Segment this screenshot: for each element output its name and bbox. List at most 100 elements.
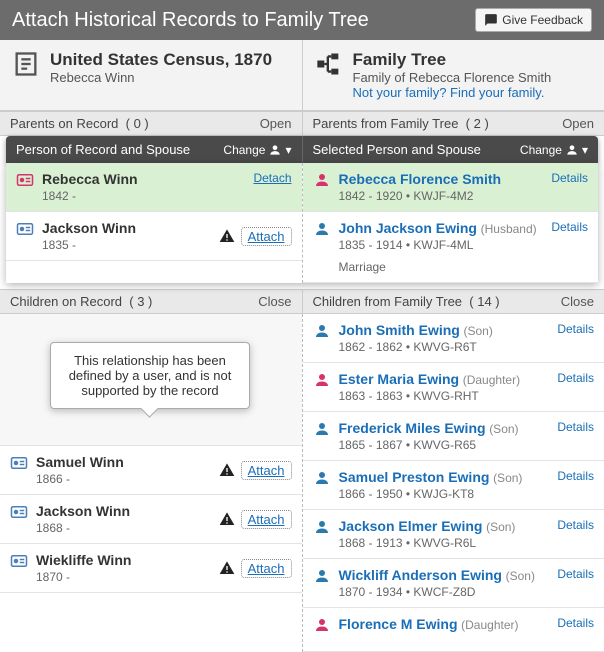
tree-child-meta: 1862 - 1862 • KWVG-R6T bbox=[339, 340, 550, 354]
details-link[interactable]: Details bbox=[551, 220, 588, 274]
tree-child-rel: (Daughter) bbox=[463, 373, 520, 387]
details-link[interactable]: Details bbox=[557, 518, 594, 550]
tree-child-name[interactable]: John Smith Ewing bbox=[339, 322, 460, 338]
parents-record-count: ( 0 ) bbox=[126, 116, 149, 131]
tree-child-row: Frederick Miles Ewing (Son) 1865 - 1867 … bbox=[303, 412, 604, 461]
details-link[interactable]: Details bbox=[557, 616, 594, 643]
top-bar: Attach Historical Records to Family Tree… bbox=[0, 0, 604, 40]
chevron-down-icon: ▾ bbox=[285, 143, 291, 157]
children-tree-toggle[interactable]: Close bbox=[561, 294, 594, 309]
not-your-family-link[interactable]: Not your family? Find your family. bbox=[353, 85, 552, 100]
change-label: Change bbox=[520, 143, 562, 157]
person-male-icon bbox=[313, 567, 331, 585]
children-tree-label: Children from Family Tree bbox=[313, 294, 463, 309]
tree-person-row: Rebecca Florence Smith 1842 - 1920 • KWJ… bbox=[303, 163, 599, 212]
document-icon bbox=[12, 50, 40, 78]
record-spouse-name: Jackson Winn bbox=[42, 220, 211, 236]
change-record-person-button[interactable]: Change ▾ bbox=[223, 143, 291, 157]
tree-spouse-meta: 1835 - 1914 • KWJF-4ML bbox=[339, 238, 544, 252]
tree-child-name[interactable]: Frederick Miles Ewing bbox=[339, 420, 486, 436]
parents-section-header: Parents on Record ( 0 ) Open Parents fro… bbox=[0, 111, 604, 136]
attach-child-link[interactable]: Attach bbox=[241, 559, 292, 578]
tree-icon bbox=[315, 50, 343, 78]
record-card-icon bbox=[10, 503, 28, 521]
tree-person-meta: 1842 - 1920 • KWJF-4M2 bbox=[339, 189, 544, 203]
record-child-row: Jackson Winn 1868 - Attach bbox=[0, 495, 302, 544]
tree-child-rel: (Daughter) bbox=[461, 618, 518, 632]
record-child-meta: 1868 - bbox=[36, 521, 211, 535]
tree-child-name[interactable]: Jackson Elmer Ewing bbox=[339, 518, 483, 534]
record-person-name: Rebecca Winn bbox=[42, 171, 245, 187]
header-row: United States Census, 1870 Rebecca Winn … bbox=[0, 40, 604, 111]
tree-child-rel: (Son) bbox=[493, 471, 522, 485]
change-label: Change bbox=[223, 143, 265, 157]
tree-title: Family Tree bbox=[353, 50, 552, 70]
person-male-icon bbox=[313, 420, 331, 438]
person-icon bbox=[268, 143, 282, 157]
person-spouse-block: Rebecca Winn 1842 - Detach Jackson Winn … bbox=[6, 163, 598, 283]
record-child-name: Wiekliffe Winn bbox=[36, 552, 211, 568]
selected-person-label: Selected Person and Spouse bbox=[313, 142, 481, 157]
attach-child-link[interactable]: Attach bbox=[241, 461, 292, 480]
children-tree-count: ( 14 ) bbox=[469, 294, 499, 309]
parents-tree-label: Parents from Family Tree bbox=[313, 116, 459, 131]
attach-spouse-link[interactable]: Attach bbox=[241, 227, 292, 246]
chevron-down-icon: ▾ bbox=[582, 143, 588, 157]
person-male-icon bbox=[313, 220, 331, 238]
details-link[interactable]: Details bbox=[557, 469, 594, 501]
tree-spouse-name[interactable]: John Jackson Ewing bbox=[339, 220, 477, 236]
attach-child-link[interactable]: Attach bbox=[241, 510, 292, 529]
change-tree-person-button[interactable]: Change ▾ bbox=[520, 143, 588, 157]
tree-child-meta: 1870 - 1934 • KWCF-Z8D bbox=[339, 585, 550, 599]
warning-icon bbox=[219, 511, 235, 527]
tree-spouse-rel: (Husband) bbox=[481, 222, 537, 236]
person-spouse-header: Person of Record and Spouse Change ▾ Sel… bbox=[6, 136, 598, 163]
parents-tree-toggle[interactable]: Open bbox=[562, 116, 594, 131]
record-child-name: Samuel Winn bbox=[36, 454, 211, 470]
tree-child-name[interactable]: Samuel Preston Ewing bbox=[339, 469, 490, 485]
tree-child-meta: 1868 - 1913 • KWVG-R6L bbox=[339, 536, 550, 550]
page-title: Attach Historical Records to Family Tree bbox=[12, 9, 369, 32]
record-card-icon bbox=[16, 220, 34, 238]
tree-spouse-row: John Jackson Ewing (Husband) 1835 - 1914… bbox=[303, 212, 599, 283]
tree-child-row: Ester Maria Ewing (Daughter) 1863 - 1863… bbox=[303, 363, 604, 412]
tree-child-name[interactable]: Ester Maria Ewing bbox=[339, 371, 460, 387]
details-link[interactable]: Details bbox=[557, 567, 594, 599]
feedback-label: Give Feedback bbox=[502, 13, 583, 27]
record-child-meta: 1870 - bbox=[36, 570, 211, 584]
parents-record-toggle[interactable]: Open bbox=[260, 116, 292, 131]
details-link[interactable]: Details bbox=[557, 322, 594, 354]
details-link[interactable]: Details bbox=[551, 171, 588, 203]
record-spouse-meta: 1835 - bbox=[42, 238, 211, 252]
record-card-icon bbox=[10, 552, 28, 570]
children-record-toggle[interactable]: Close bbox=[258, 294, 291, 309]
tree-child-row: John Smith Ewing (Son) 1862 - 1862 • KWV… bbox=[303, 314, 604, 363]
person-male-icon bbox=[313, 322, 331, 340]
details-link[interactable]: Details bbox=[557, 420, 594, 452]
person-male-icon bbox=[313, 518, 331, 536]
tree-subtitle: Family of Rebecca Florence Smith bbox=[353, 70, 552, 85]
give-feedback-button[interactable]: Give Feedback bbox=[475, 8, 592, 32]
record-child-row: Wiekliffe Winn 1870 - Attach bbox=[0, 544, 302, 593]
speech-bubble-icon bbox=[484, 13, 498, 27]
tree-child-row: Samuel Preston Ewing (Son) 1866 - 1950 •… bbox=[303, 461, 604, 510]
tree-header: Family Tree Family of Rebecca Florence S… bbox=[303, 40, 604, 110]
record-title: United States Census, 1870 bbox=[50, 50, 272, 70]
tree-child-rel: (Son) bbox=[489, 422, 518, 436]
children-record-count: ( 3 ) bbox=[129, 294, 152, 309]
relationship-tooltip: This relationship has been defined by a … bbox=[50, 342, 250, 409]
tree-child-name[interactable]: Wickliff Anderson Ewing bbox=[339, 567, 502, 583]
record-card-icon bbox=[16, 171, 34, 189]
record-card-icon bbox=[10, 454, 28, 472]
tree-child-row: Jackson Elmer Ewing (Son) 1868 - 1913 • … bbox=[303, 510, 604, 559]
tree-child-meta: 1866 - 1950 • KWJG-KT8 bbox=[339, 487, 550, 501]
tree-child-name[interactable]: Florence M Ewing bbox=[339, 616, 458, 632]
details-link[interactable]: Details bbox=[557, 371, 594, 403]
tree-person-name[interactable]: Rebecca Florence Smith bbox=[339, 171, 544, 187]
detach-link[interactable]: Detach bbox=[253, 171, 291, 185]
record-child-meta: 1866 - bbox=[36, 472, 211, 486]
tree-child-row: Florence M Ewing (Daughter) Details bbox=[303, 608, 604, 652]
record-person-row: Rebecca Winn 1842 - Detach bbox=[6, 163, 302, 212]
tree-child-rel: (Son) bbox=[506, 569, 535, 583]
record-subtitle: Rebecca Winn bbox=[50, 70, 272, 85]
